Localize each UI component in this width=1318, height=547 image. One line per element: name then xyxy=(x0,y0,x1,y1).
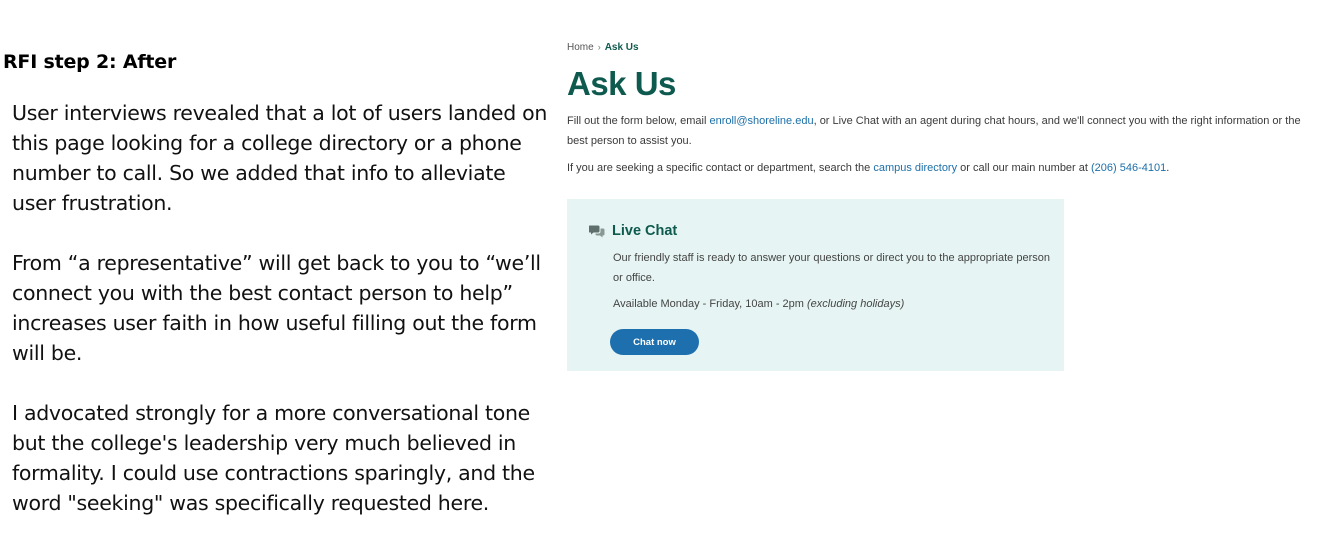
email-link[interactable]: enroll@shoreline.edu xyxy=(709,115,813,127)
intro-text-start: Fill out the form below, email xyxy=(567,115,710,127)
breadcrumb-current: Ask Us xyxy=(604,42,639,53)
directory-text-start: If you are seeking a specific contact or… xyxy=(567,162,874,174)
annotation-paragraph: User interviews revealed that a lot of u… xyxy=(12,101,548,215)
intro-text: Fill out the form below, email enroll@sh… xyxy=(567,112,1317,151)
live-chat-panel: Live Chat Our friendly staff is ready to… xyxy=(567,199,1064,371)
campus-directory-link[interactable]: campus directory xyxy=(873,162,957,174)
phone-number-link[interactable]: (206) 546-4101 xyxy=(1091,162,1166,174)
annotation-paragraph: From “a representative” will get back to… xyxy=(12,251,541,365)
breadcrumb-chevron-icon: › xyxy=(597,42,601,52)
live-chat-header: Live Chat xyxy=(588,223,678,239)
directory-text: If you are seeking a specific contact or… xyxy=(567,159,1317,177)
breadcrumb-home-link[interactable]: Home xyxy=(567,42,594,53)
annotation-notes: User interviews revealed that a lot of u… xyxy=(12,98,552,547)
breadcrumb: Home › Ask Us xyxy=(567,40,1317,54)
page-title: Ask Us xyxy=(567,65,676,102)
webpage-screenshot: Home › Ask Us Ask Us Fill out the form bel… xyxy=(567,40,1317,371)
live-chat-title: Live Chat xyxy=(612,223,678,239)
live-chat-hours-text: Available Monday - Friday, 10am - 2pm xyxy=(613,298,808,310)
chat-now-button[interactable]: Chat now xyxy=(610,329,699,355)
slide-heading: RFI step 2: After xyxy=(3,51,177,73)
chat-bubbles-icon xyxy=(588,224,605,238)
annotation-paragraph: I advocated strongly for a more conversa… xyxy=(12,401,535,515)
directory-text-middle: or call our main number at xyxy=(957,162,1091,174)
live-chat-hours-note: (excluding holidays) xyxy=(807,298,905,310)
live-chat-description: Our friendly staff is ready to answer yo… xyxy=(613,252,1050,284)
live-chat-hours: Available Monday - Friday, 10am - 2pm (e… xyxy=(613,296,904,312)
directory-text-end: . xyxy=(1166,162,1170,174)
